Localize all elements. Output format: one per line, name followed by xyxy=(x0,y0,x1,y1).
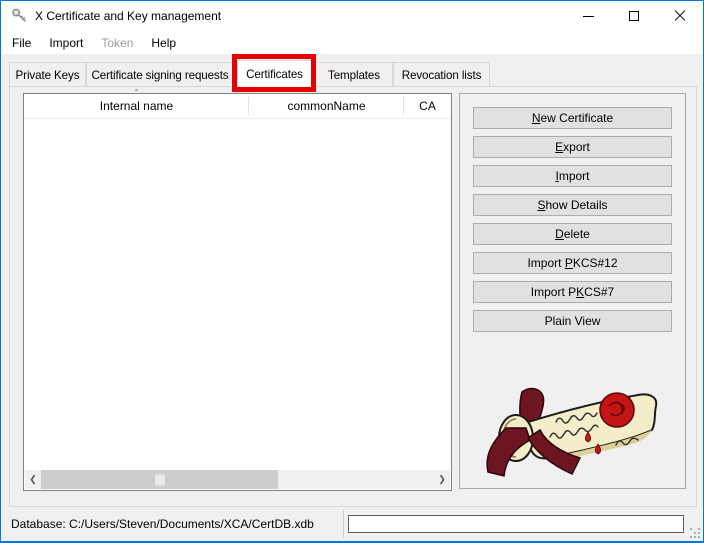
menu-token: Token xyxy=(92,31,142,54)
status-divider xyxy=(343,510,344,538)
tab-certificate-signing-requests[interactable]: Certificate signing requests xyxy=(86,62,234,87)
status-bar: Database: C:/Users/Steven/Documents/XCA/… xyxy=(1,507,703,541)
search-filter-input[interactable] xyxy=(348,515,684,533)
column-header-ca[interactable]: CA xyxy=(404,94,451,118)
close-icon xyxy=(674,10,686,22)
column-header-internal-name[interactable]: ˆ Internal name xyxy=(24,94,249,118)
xca-window: X Certificate and Key management File Im… xyxy=(0,0,704,543)
certificate-list-header: ˆ Internal name commonName CA xyxy=(24,94,451,119)
scrollbar-thumb[interactable] xyxy=(41,470,278,489)
tab-templates[interactable]: Templates xyxy=(315,62,393,87)
tab-private-keys[interactable]: Private Keys xyxy=(9,62,86,87)
close-button[interactable] xyxy=(657,1,703,31)
import-pkcs7-button[interactable]: Import PKCS#7 xyxy=(473,281,672,303)
import-button[interactable]: Import xyxy=(473,165,672,187)
window-title: X Certificate and Key management xyxy=(35,9,221,23)
scroll-left-icon[interactable]: ❮ xyxy=(25,470,41,489)
column-label: commonName xyxy=(287,99,365,113)
maximize-icon xyxy=(629,11,639,21)
column-label: Internal name xyxy=(100,99,173,113)
minimize-icon xyxy=(583,16,594,17)
menu-import[interactable]: Import xyxy=(40,31,92,54)
tab-certificates[interactable]: Certificates xyxy=(237,60,312,87)
certificates-tab-page: ˆ Internal name commonName CA ❮ xyxy=(9,86,697,507)
resize-grip[interactable] xyxy=(690,528,700,538)
export-button[interactable]: Export xyxy=(473,136,672,158)
menu-bar: File Import Token Help xyxy=(1,31,703,54)
column-label: CA xyxy=(419,99,436,113)
certificate-list-body[interactable] xyxy=(24,120,451,469)
menu-help[interactable]: Help xyxy=(142,31,185,54)
scroll-right-icon[interactable]: ❯ xyxy=(434,470,450,489)
key-icon xyxy=(11,7,29,25)
scrollbar-grip xyxy=(155,474,165,485)
tab-revocation-lists[interactable]: Revocation lists xyxy=(393,62,490,87)
plain-view-button[interactable]: Plain View xyxy=(473,310,672,332)
delete-button[interactable]: Delete xyxy=(473,223,672,245)
sort-ascending-icon: ˆ xyxy=(135,90,138,100)
new-certificate-button[interactable]: New Certificate xyxy=(473,107,672,129)
show-details-button[interactable]: Show Details xyxy=(473,194,672,216)
maximize-button[interactable] xyxy=(611,1,657,31)
minimize-button[interactable] xyxy=(565,1,611,31)
scrollbar-track[interactable] xyxy=(41,470,434,489)
window-controls xyxy=(565,1,703,31)
horizontal-scrollbar: ❮ ❯ xyxy=(25,470,450,489)
certificate-list: ˆ Internal name commonName CA ❮ xyxy=(23,93,452,491)
column-header-common-name[interactable]: commonName xyxy=(249,94,404,118)
title-bar: X Certificate and Key management xyxy=(1,1,703,31)
certificate-scroll-logo xyxy=(476,382,668,480)
import-pkcs12-button[interactable]: Import PKCS#12 xyxy=(473,252,672,274)
database-path-label: Database: C:/Users/Steven/Documents/XCA/… xyxy=(11,507,314,541)
menu-file[interactable]: File xyxy=(3,31,40,54)
action-panel: New Certificate Export Import Show Detai… xyxy=(459,93,686,489)
